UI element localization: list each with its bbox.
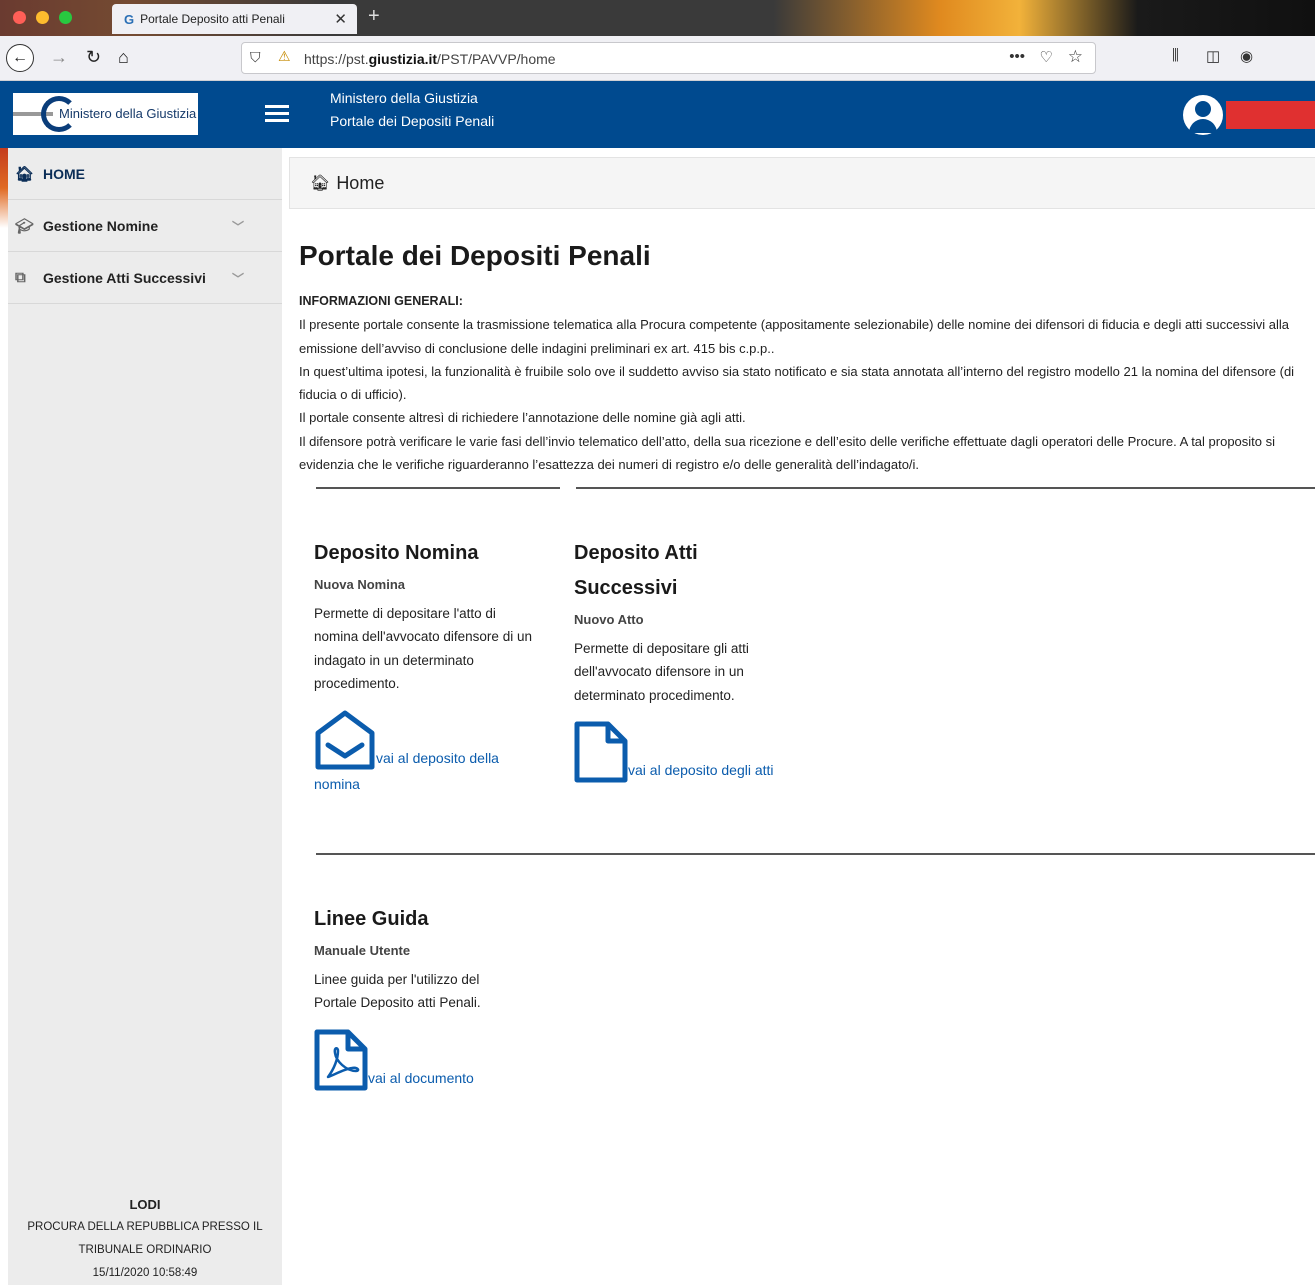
forward-button[interactable]: → — [50, 46, 68, 68]
address-bar[interactable]: ⛉ ⚠ https://pst.giustizia.it/PST/PAVVP/h… — [241, 42, 1096, 74]
bookmark-star-icon[interactable]: ☆ — [1068, 47, 1083, 67]
browser-nav-bar: ← → ↻ ⌂ ⛉ ⚠ https://pst.giustizia.it/PST… — [0, 36, 1315, 81]
sidebar-footer: LODI PROCURA DELLA REPUBBLICA PRESSO IL … — [8, 1193, 282, 1285]
card-title: Deposito Atti Successivi — [574, 542, 698, 599]
card-subtitle: Nuova Nomina — [314, 577, 406, 592]
window-close-button[interactable] — [13, 11, 26, 24]
sidebar-item-label: HOME — [43, 165, 85, 182]
file-pdf-icon[interactable] — [314, 1029, 368, 1091]
tab-title: Portale Deposito atti Penali — [140, 12, 285, 26]
site-header: Ministero della Giustizia Ministero dell… — [0, 81, 1315, 148]
window-zoom-button[interactable] — [59, 11, 72, 24]
card-description: Linee guida per l'utilizzo del Portale D… — [314, 972, 481, 1011]
site-title-line1: Ministero della Giustizia — [330, 90, 478, 106]
sidebar-item-home[interactable]: 🏠︎ HOME — [8, 148, 282, 200]
divider — [316, 487, 560, 489]
footer-office-line1: PROCURA DELLA REPUBBLICA PRESSO IL — [27, 1221, 263, 1233]
graduation-cap-icon: 🎓︎ — [15, 217, 35, 235]
user-avatar-icon[interactable] — [1183, 95, 1223, 135]
footer-datetime: 15/11/2020 10:58:49 — [92, 1267, 198, 1279]
file-icon[interactable] — [574, 721, 628, 783]
browser-home-button[interactable]: ⌂ — [118, 46, 129, 68]
card-deposito-nomina: Deposito Nomina Nuova Nomina Permette di… — [314, 536, 534, 797]
new-tab-button[interactable]: + — [368, 5, 380, 28]
sidebar-item-label: Gestione Nomine — [43, 217, 159, 234]
card-title: Deposito Nomina — [314, 542, 479, 564]
ministry-logo[interactable]: Ministero della Giustizia — [13, 93, 198, 135]
card-title: Linee Guida — [314, 908, 429, 930]
browser-tab-active[interactable]: G Portale Deposito atti Penali ✕ — [112, 4, 357, 34]
card-description: Permette di depositare l'atto di nomina … — [314, 606, 532, 691]
info-paragraph: Il portale consente altresì di richieder… — [299, 410, 746, 426]
browser-tab-bar: G Portale Deposito atti Penali ✕ + — [0, 0, 1315, 36]
home-icon: 🏠︎ — [15, 165, 35, 183]
page-title: Portale dei Depositi Penali — [299, 240, 651, 271]
card-subtitle: Nuovo Atto — [574, 612, 644, 627]
tracking-shield-icon[interactable]: ⛉ — [250, 49, 261, 66]
footer-office-line2: TRIBUNALE ORDINARIO — [78, 1244, 212, 1256]
deposito-atti-link[interactable]: vai al deposito degli atti — [574, 721, 834, 783]
sidebar-item-gestione-atti-successivi[interactable]: ⧉ Gestione Atti Successivi ﹀ — [8, 252, 282, 304]
card-linee-guida: Linee Guida Manuale Utente Linee guida p… — [314, 902, 514, 1091]
tab-close-icon[interactable]: ✕ — [334, 10, 347, 28]
redacted-username[interactable] — [1226, 101, 1315, 129]
breadcrumb: 🏠︎ Home — [289, 157, 1315, 209]
insecure-lock-icon[interactable]: ⚠ — [278, 48, 291, 65]
footer-city: LODI — [129, 1197, 161, 1212]
documento-link[interactable]: vai al documento — [314, 1029, 554, 1091]
home-icon: 🏠︎ — [310, 175, 331, 192]
card-link-text[interactable]: vai al deposito degli atti — [628, 762, 774, 778]
divider — [576, 487, 1315, 489]
general-info: INFORMAZIONI GENERALI: Il presente porta… — [299, 290, 1315, 476]
sidebar-item-gestione-nomine[interactable]: 🎓︎ Gestione Nomine ﹀ — [8, 200, 282, 252]
back-button[interactable]: ← — [6, 44, 34, 72]
site-title: Ministero della Giustizia Portale dei De… — [330, 87, 494, 133]
card-link-text[interactable]: vai al documento — [368, 1070, 474, 1086]
tab-favicon-icon: G — [124, 11, 135, 27]
chevron-down-icon[interactable]: ﹀ — [232, 218, 244, 235]
window-left-edge — [0, 148, 8, 1285]
tabbar-background-right — [330, 0, 1315, 36]
info-label: INFORMAZIONI GENERALI: — [299, 294, 463, 308]
reload-button[interactable]: ↻ — [86, 46, 101, 68]
menu-hamburger-icon[interactable] — [265, 105, 289, 123]
logo-text: Ministero della Giustizia — [59, 106, 197, 121]
envelope-open-icon[interactable] — [314, 709, 376, 771]
pocket-icon[interactable]: ♡ — [1040, 48, 1053, 66]
copy-icon: ⧉ — [15, 269, 26, 286]
sidebar-item-label: Gestione Atti Successivi — [43, 269, 206, 286]
card-deposito-atti: Deposito Atti Successivi Nuovo Atto Perm… — [574, 536, 774, 783]
info-paragraph: Il difensore potrà verificare le varie f… — [299, 433, 1276, 473]
breadcrumb-label[interactable]: Home — [336, 173, 384, 194]
chevron-down-icon[interactable]: ﹀ — [232, 270, 244, 287]
window-minimize-button[interactable] — [36, 11, 49, 24]
url-text[interactable]: https://pst.giustizia.it/PST/PAVVP/home — [304, 51, 556, 67]
divider — [316, 853, 1315, 855]
deposito-nomina-link[interactable]: vai al deposito della nomina — [314, 709, 534, 797]
account-icon[interactable]: ◉ — [1240, 47, 1253, 65]
card-description: Permette di depositare gli atti dell'avv… — [574, 641, 749, 703]
sidebar: 🏠︎ HOME 🎓︎ Gestione Nomine ﹀ ⧉ Gestione … — [8, 148, 282, 1285]
site-title-line2: Portale dei Depositi Penali — [330, 113, 495, 129]
info-paragraph: Il presente portale consente la trasmiss… — [299, 317, 1289, 356]
library-icon[interactable]: ⫼ — [1172, 47, 1179, 64]
sidebar-toggle-icon[interactable]: ◫ — [1206, 47, 1220, 65]
card-subtitle: Manuale Utente — [314, 943, 411, 958]
page-actions-more-icon[interactable]: ••• — [1009, 48, 1025, 65]
info-paragraph: In quest’ultima ipotesi, la funzionalità… — [299, 363, 1295, 403]
